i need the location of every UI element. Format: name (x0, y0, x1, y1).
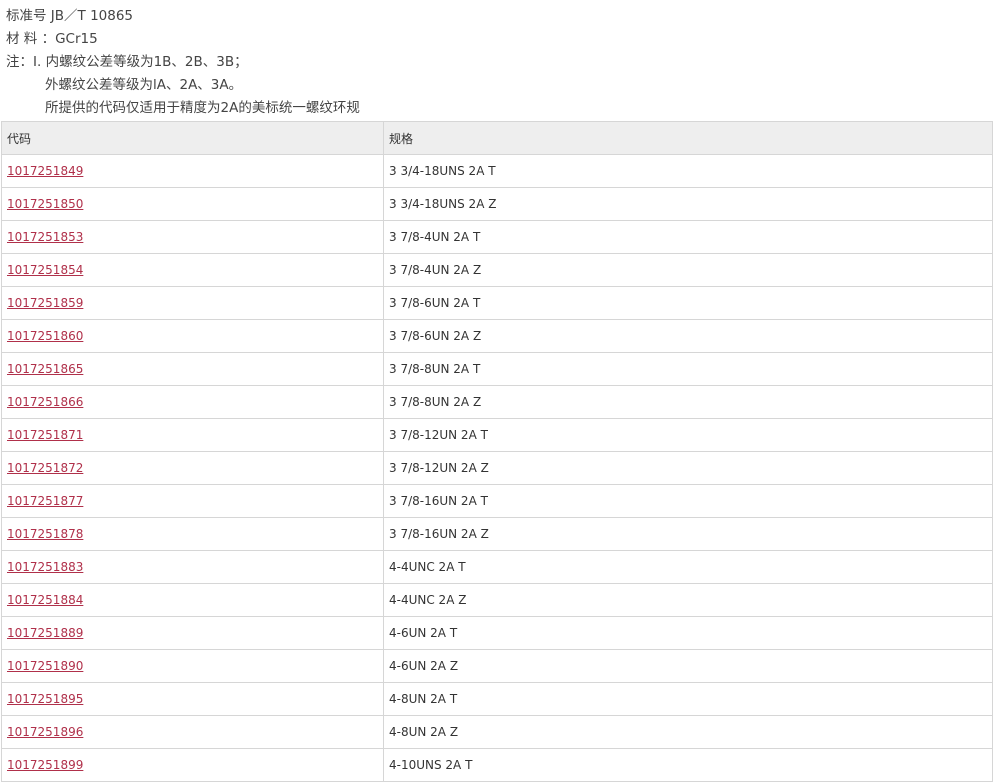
spec-cell: 3 7/8-8UN 2A T (383, 352, 993, 386)
spec-notes: 标准号 JB／T 10865 材 料 ：GCr15 注：I. 内螺纹公差等级为1… (6, 5, 360, 120)
code-cell: 1017251849 (1, 154, 384, 188)
table-row: 1017251849 3 3/4-18UNS 2A T (1, 154, 993, 188)
spec-cell: 3 7/8-12UN 2A Z (383, 451, 993, 485)
product-code-link[interactable]: 1017251865 (7, 362, 83, 376)
table-row: 1017251850 3 3/4-18UNS 2A Z (1, 187, 993, 221)
table-row: 1017251859 3 7/8-6UN 2A T (1, 286, 993, 320)
table-row: 1017251860 3 7/8-6UN 2A Z (1, 319, 993, 353)
note-code-applicability: 所提供的代码仅适用于精度为2A的美标统一螺纹环规 (45, 100, 360, 116)
table-row: 1017251878 3 7/8-16UN 2A Z (1, 517, 993, 551)
code-cell: 1017251865 (1, 352, 384, 386)
table-row: 1017251866 3 7/8-8UN 2A Z (1, 385, 993, 419)
table-row: 1017251872 3 7/8-12UN 2A Z (1, 451, 993, 485)
table-row: 1017251883 4-4UNC 2A T (1, 550, 993, 584)
table-header-row: 代码 规格 (1, 121, 993, 155)
table-row: 1017251890 4-6UN 2A Z (1, 649, 993, 683)
product-code-link[interactable]: 1017251849 (7, 164, 83, 178)
spec-cell: 4-6UN 2A Z (383, 649, 993, 683)
product-table: 代码 规格 1017251849 3 3/4-18UNS 2A T 10172518… (1, 121, 993, 782)
code-cell: 1017251853 (1, 220, 384, 254)
spec-cell: 4-10UNS 2A T (383, 748, 993, 782)
spec-cell: 3 3/4-18UNS 2A Z (383, 187, 993, 221)
code-cell: 1017251872 (1, 451, 384, 485)
product-code-link[interactable]: 1017251872 (7, 461, 83, 475)
code-cell: 1017251895 (1, 682, 384, 716)
product-code-link[interactable]: 1017251871 (7, 428, 83, 442)
spec-cell: 4-8UN 2A Z (383, 715, 993, 749)
spec-cell: 3 7/8-16UN 2A Z (383, 517, 993, 551)
product-code-link[interactable]: 1017251853 (7, 230, 83, 244)
product-code-link[interactable]: 1017251860 (7, 329, 83, 343)
product-code-link[interactable]: 1017251854 (7, 263, 83, 277)
product-code-link[interactable]: 1017251877 (7, 494, 83, 508)
product-table-container: 代码 规格 1017251849 3 3/4-18UNS 2A T 10172518… (1, 121, 993, 782)
spec-cell: 3 7/8-6UN 2A T (383, 286, 993, 320)
spec-cell: 3 7/8-6UN 2A Z (383, 319, 993, 353)
table-body: 1017251849 3 3/4-18UNS 2A T 1017251850 3 3/… (1, 154, 993, 782)
spec-cell: 4-4UNC 2A Z (383, 583, 993, 617)
code-cell: 1017251877 (1, 484, 384, 518)
spec-cell: 3 3/4-18UNS 2A T (383, 154, 993, 188)
code-cell: 1017251860 (1, 319, 384, 353)
spec-cell: 3 7/8-4UN 2A Z (383, 253, 993, 287)
code-cell: 1017251878 (1, 517, 384, 551)
note-internal-thread: 注：I. 内螺纹公差等级为1B、2B、3B； (6, 54, 248, 70)
code-cell: 1017251850 (1, 187, 384, 221)
spec-cell: 3 7/8-8UN 2A Z (383, 385, 993, 419)
table-row: 1017251853 3 7/8-4UN 2A T (1, 220, 993, 254)
code-cell: 1017251889 (1, 616, 384, 650)
table-row: 1017251895 4-8UN 2A T (1, 682, 993, 716)
table-row: 1017251889 4-6UN 2A T (1, 616, 993, 650)
table-row: 1017251871 3 7/8-12UN 2A T (1, 418, 993, 452)
product-code-link[interactable]: 1017251883 (7, 560, 83, 574)
table-row: 1017251896 4-8UN 2A Z (1, 715, 993, 749)
spec-cell: 3 7/8-12UN 2A T (383, 418, 993, 452)
product-code-link[interactable]: 1017251899 (7, 758, 83, 772)
code-cell: 1017251884 (1, 583, 384, 617)
code-cell: 1017251899 (1, 748, 384, 782)
column-header-spec: 规格 (383, 121, 993, 155)
material-line: 材 料 ：GCr15 (6, 31, 98, 47)
product-code-link[interactable]: 1017251878 (7, 527, 83, 541)
product-code-link[interactable]: 1017251895 (7, 692, 83, 706)
product-code-link[interactable]: 1017251859 (7, 296, 83, 310)
standard-number: 标准号 JB／T 10865 (6, 8, 134, 24)
spec-cell: 3 7/8-16UN 2A T (383, 484, 993, 518)
product-code-link[interactable]: 1017251866 (7, 395, 83, 409)
code-cell: 1017251866 (1, 385, 384, 419)
table-row: 1017251899 4-10UNS 2A T (1, 748, 993, 782)
code-cell: 1017251896 (1, 715, 384, 749)
table-row: 1017251877 3 7/8-16UN 2A T (1, 484, 993, 518)
spec-cell: 3 7/8-4UN 2A T (383, 220, 993, 254)
code-cell: 1017251890 (1, 649, 384, 683)
table-row: 1017251854 3 7/8-4UN 2A Z (1, 253, 993, 287)
product-code-link[interactable]: 1017251896 (7, 725, 83, 739)
column-header-code: 代码 (1, 121, 384, 155)
product-code-link[interactable]: 1017251884 (7, 593, 83, 607)
code-cell: 1017251854 (1, 253, 384, 287)
code-cell: 1017251871 (1, 418, 384, 452)
spec-cell: 4-6UN 2A T (383, 616, 993, 650)
table-row: 1017251865 3 7/8-8UN 2A T (1, 352, 993, 386)
table-row: 1017251884 4-4UNC 2A Z (1, 583, 993, 617)
code-cell: 1017251883 (1, 550, 384, 584)
spec-cell: 4-8UN 2A T (383, 682, 993, 716)
product-code-link[interactable]: 1017251890 (7, 659, 83, 673)
product-code-link[interactable]: 1017251850 (7, 197, 83, 211)
note-external-thread: 外螺纹公差等级为lA、2A、3A。 (45, 77, 243, 93)
code-cell: 1017251859 (1, 286, 384, 320)
product-code-link[interactable]: 1017251889 (7, 626, 83, 640)
spec-cell: 4-4UNC 2A T (383, 550, 993, 584)
